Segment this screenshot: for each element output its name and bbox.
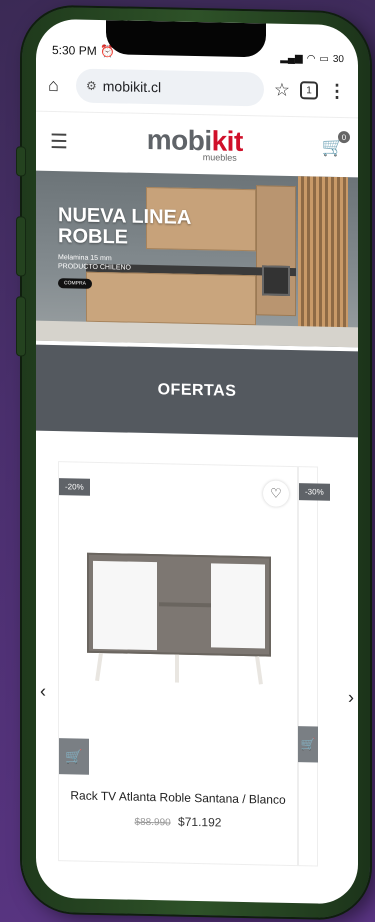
site-header: ☰ mobikit muebles 🛒 0 [36, 110, 358, 178]
logo-subtitle: muebles [202, 152, 237, 163]
tab-switcher-button[interactable]: 1 [300, 81, 318, 100]
cart-icon[interactable]: 🛒 0 [322, 130, 350, 158]
ofertas-section-title: OFERTAS [36, 344, 358, 438]
hero-banner[interactable]: NUEVA LINEA ROBLE Melamina 15 mm PRODUCT… [36, 170, 358, 348]
discount-badge: -30% [299, 483, 330, 501]
product-card[interactable]: -20% ♡ 🛒 Rack TV Atlanta Roble Santana /… [58, 461, 298, 867]
tv-rack-left-door [93, 560, 157, 651]
new-price: $71.192 [178, 814, 222, 830]
battery-icon: ▭ [319, 53, 329, 65]
hamburger-menu-icon[interactable]: ☰ [50, 129, 68, 154]
address-bar[interactable]: ⚙ mobikit.cl [76, 68, 264, 107]
hero-tall-cabinet [256, 185, 296, 317]
url-text: mobikit.cl [102, 78, 162, 96]
product-price: $88.990 $71.192 [59, 812, 297, 831]
hero-text: NUEVA LINEA ROBLE Melamina 15 mm PRODUCT… [58, 204, 191, 292]
tv-rack-right-door [211, 563, 265, 649]
browser-toolbar: ⌂ ⚙ mobikit.cl ☆ 1 ⋮ [36, 63, 358, 118]
hero-oven [262, 265, 290, 296]
old-price: $88.990 [134, 816, 171, 829]
volume-down-button [16, 296, 26, 357]
signal-icon: ▂▄▆ [280, 52, 303, 64]
carousel-next-arrow-icon[interactable]: › [348, 687, 354, 708]
carousel-prev-arrow-icon[interactable]: ‹ [40, 681, 46, 702]
hero-title-line2: ROBLE [58, 225, 128, 249]
battery-level: 30 [332, 53, 344, 65]
hero-sub-line2: PRODUCTO CHILENO [58, 263, 131, 272]
tv-rack-body [87, 552, 271, 657]
hero-title: NUEVA LINEA ROBLE [58, 204, 191, 250]
tv-rack-leg [255, 656, 263, 685]
bookmark-star-icon[interactable]: ☆ [274, 79, 290, 100]
status-icons: ▂▄▆ ◠ ▭ 30 [280, 48, 344, 69]
heart-icon[interactable]: ♡ [263, 480, 289, 507]
status-time: 5:30 PM ⏰ [52, 42, 115, 59]
tv-rack-leg [175, 654, 179, 683]
phone-frame: 5:30 PM ⏰ ▂▄▆ ◠ ▭ 30 ⌂ ⚙ mobikit.cl ☆ 1 … [16, 6, 370, 919]
tv-rack-shelf [159, 602, 215, 608]
notch [106, 20, 266, 58]
site-logo[interactable]: mobikit muebles [146, 123, 243, 163]
logo-text-mobi: mobi [146, 123, 212, 157]
more-menu-icon[interactable]: ⋮ [328, 80, 346, 101]
wifi-icon: ◠ [306, 52, 316, 65]
hero-buy-button[interactable]: COMPRA [58, 278, 92, 290]
product-image[interactable] [87, 552, 271, 687]
volume-up-button [16, 216, 26, 277]
tv-rack-leg [95, 652, 103, 682]
hero-wood-slats [298, 176, 348, 338]
cart-count-badge: 0 [338, 130, 350, 144]
hero-subtitle: Melamina 15 mm PRODUCTO CHILENO [58, 253, 191, 274]
product-card-next[interactable]: -30% [298, 466, 330, 867]
add-to-cart-button[interactable]: 🛒 [298, 726, 318, 763]
product-carousel: ‹ -20% ♡ 🛒 Rack TV Atlanta Roble Santana… [36, 431, 358, 878]
add-to-cart-button[interactable]: 🛒 [59, 738, 89, 775]
mute-switch [16, 146, 26, 177]
discount-badge: -20% [59, 478, 90, 496]
home-icon[interactable]: ⌂ [48, 74, 66, 95]
phone-screen: 5:30 PM ⏰ ▂▄▆ ◠ ▭ 30 ⌂ ⚙ mobikit.cl ☆ 1 … [36, 18, 358, 905]
site-settings-icon[interactable]: ⚙ [86, 79, 97, 93]
product-name[interactable]: Rack TV Atlanta Roble Santana / Blanco [59, 788, 297, 807]
